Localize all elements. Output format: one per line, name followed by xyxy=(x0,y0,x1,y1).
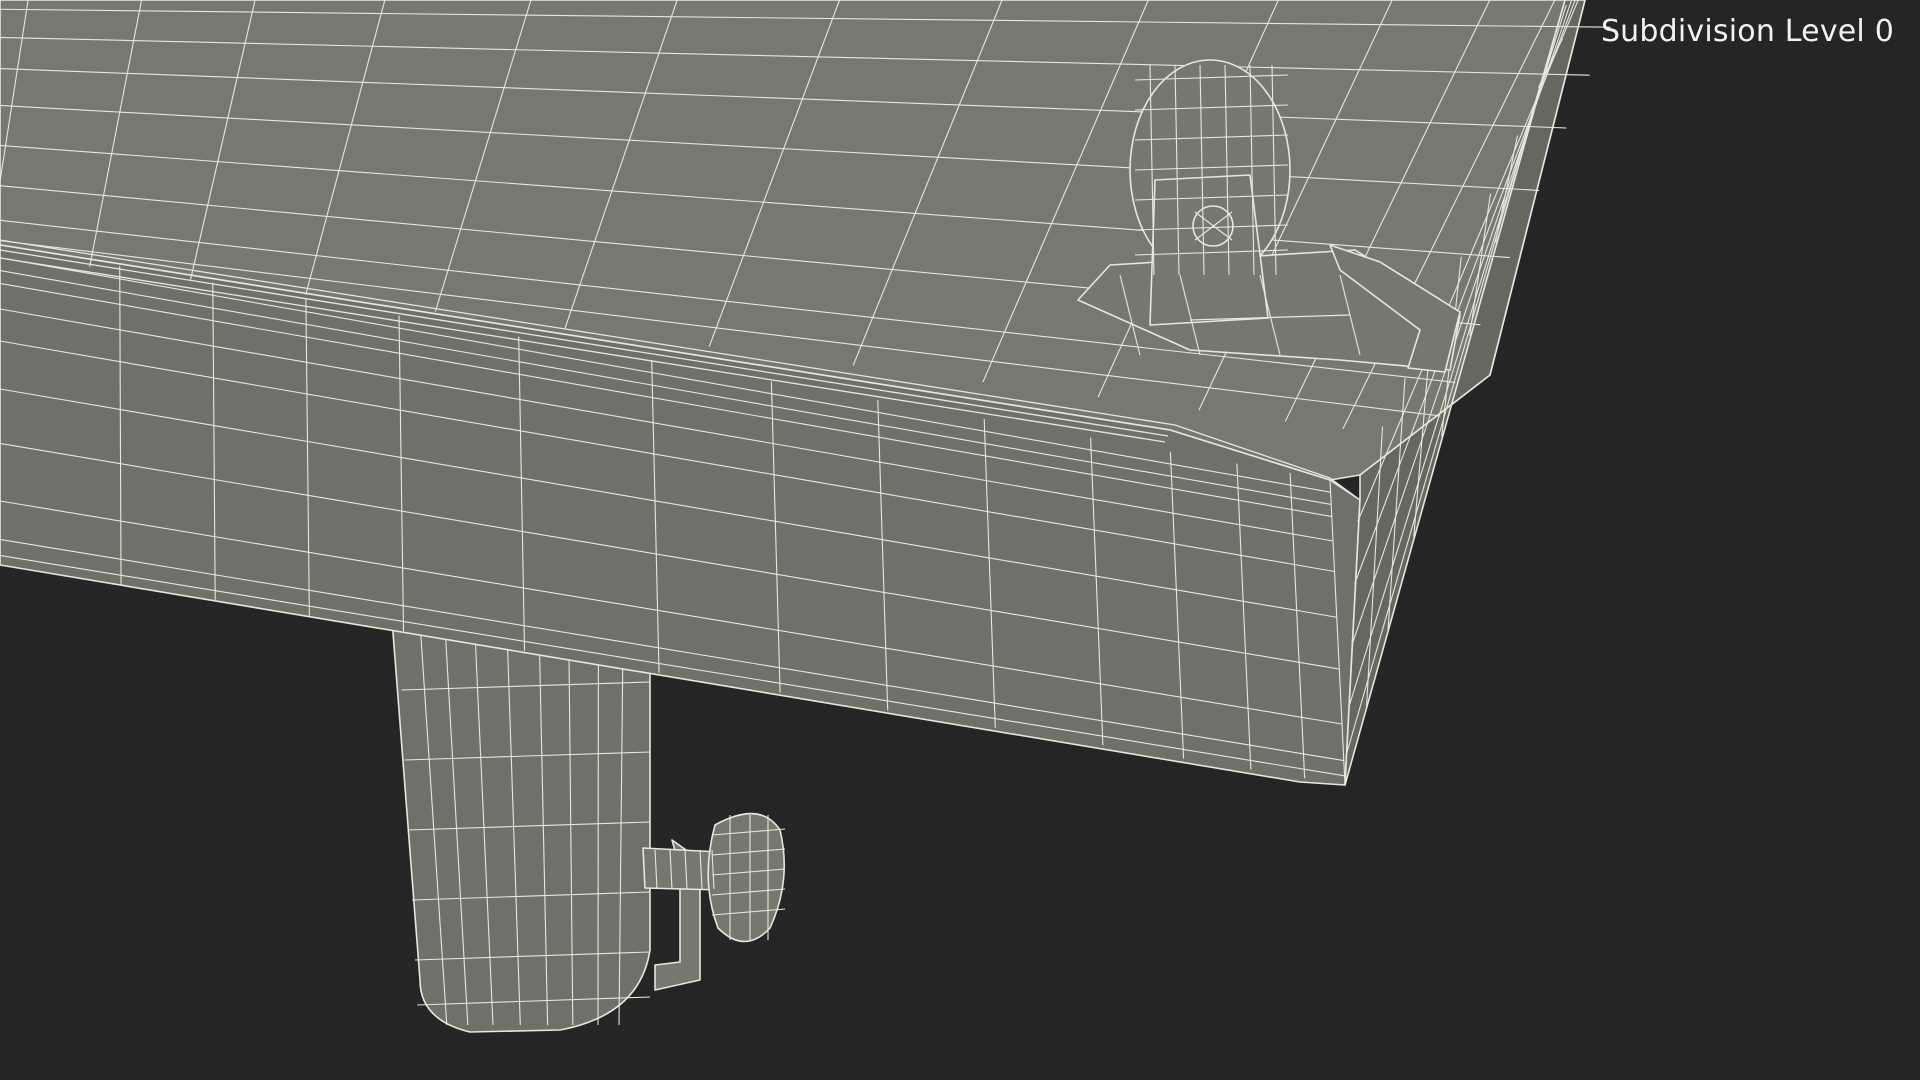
3d-viewport[interactable]: Subdivision Level 0 xyxy=(0,0,1920,1080)
subdivision-level-label: Subdivision Level 0 xyxy=(1600,14,1894,49)
leg-cylinder xyxy=(391,619,651,1033)
wireframe-render xyxy=(0,0,1611,1033)
leg-clamp-knob xyxy=(642,812,786,991)
tabletop-slab xyxy=(0,0,1611,786)
